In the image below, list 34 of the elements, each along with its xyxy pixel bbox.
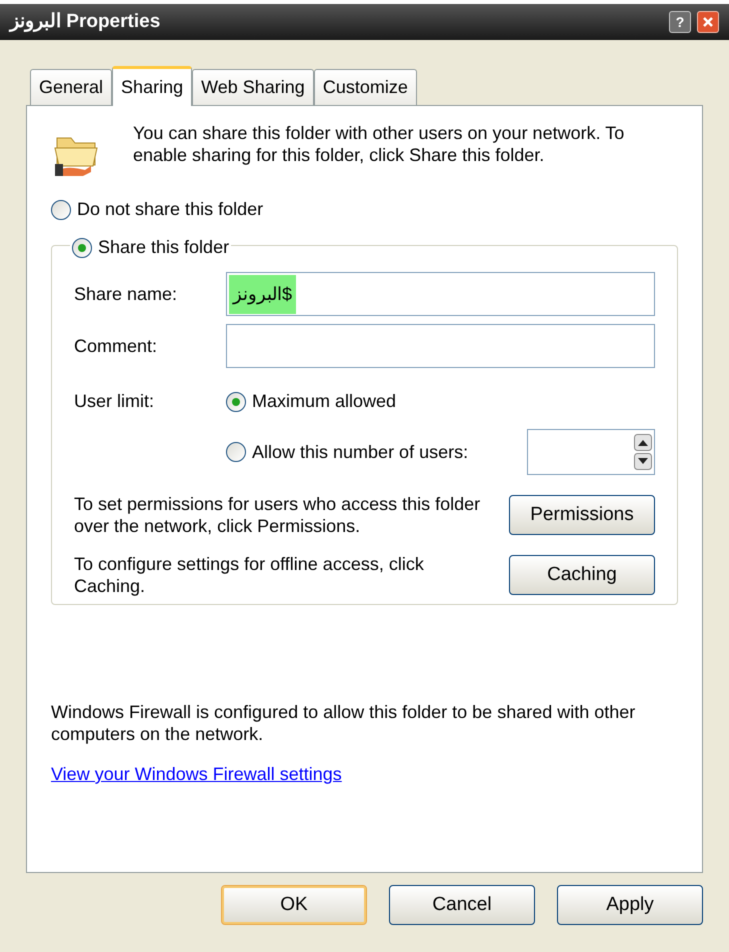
field-value: البرونز$	[229, 274, 296, 314]
tab[interactable]: General	[30, 69, 112, 105]
field-label: Share name:	[74, 282, 178, 306]
dialog-button[interactable]: OK	[221, 885, 367, 925]
firewall-text: Windows Firewall is configured to allow this folder to be shared with other computers on the network.	[51, 701, 636, 745]
radio-button[interactable]	[226, 442, 246, 462]
action-text: To configure settings for offline access, click Caching.	[74, 553, 425, 597]
firewall-settings-link[interactable]: View your Windows Firewall settings	[51, 761, 342, 788]
text-field[interactable]: البرونز$	[226, 272, 655, 316]
radio-button[interactable]	[72, 238, 92, 258]
dialog-button[interactable]: Caching	[509, 555, 655, 595]
radio-label: Maximum allowed	[252, 390, 398, 413]
dialog-button[interactable]: Cancel	[389, 885, 535, 925]
window-title: البرونز Properties	[10, 10, 162, 34]
tab[interactable]: Sharing	[112, 66, 192, 106]
radio-button[interactable]	[226, 392, 246, 412]
tab[interactable]: Customize	[314, 69, 417, 105]
radio-label: Do not share this folder	[77, 198, 264, 221]
dialog-button[interactable]: Permissions	[509, 495, 655, 535]
spin-arrows-icon	[634, 434, 652, 470]
close-button[interactable]	[697, 11, 719, 33]
number-spinner[interactable]	[527, 429, 655, 475]
field-label: User limit:	[74, 390, 155, 413]
close-icon	[702, 16, 714, 28]
action-text: To set permissions for users who access this folder over the network, click Permissions.	[74, 493, 482, 537]
field-label: Comment:	[74, 334, 158, 358]
radio-button[interactable]	[51, 200, 71, 220]
radio-label: Share this folder	[98, 236, 230, 259]
radio-label: Allow this number of users:	[252, 440, 470, 464]
help-button[interactable]: ?	[669, 11, 691, 33]
intro-text: You can share this folder with other users on your network. To enable sharing for this folder, click Share this folder.	[133, 122, 626, 167]
text-field[interactable]	[226, 324, 655, 368]
dialog-button[interactable]: Apply	[557, 885, 703, 925]
tab[interactable]: Web Sharing	[192, 69, 314, 105]
